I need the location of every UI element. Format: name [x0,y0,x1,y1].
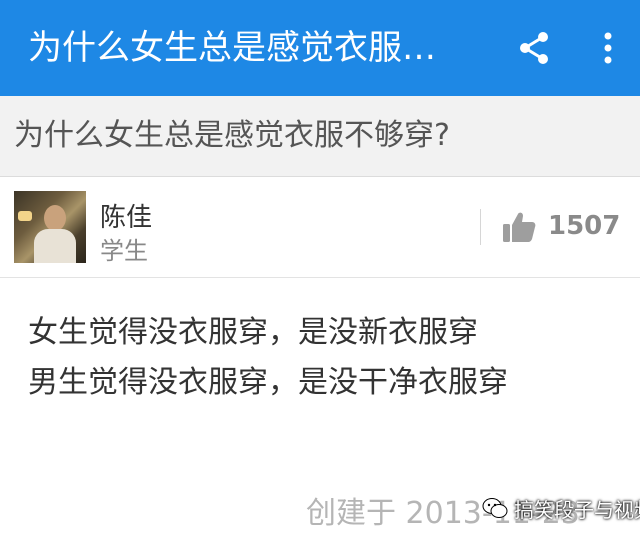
vote-count: 1507 [548,211,621,241]
vote-divider [480,209,481,245]
more-options-button[interactable] [584,24,632,72]
more-vertical-icon [604,32,612,64]
upvote-button[interactable]: 1507 [496,203,626,251]
answer-screen: 为什么女生总是感觉衣服… 为什么女生总是感觉衣服不够穿? 陈佳 学生 1507 … [0,0,640,537]
question-title[interactable]: 为什么女生总是感觉衣服不够穿? [14,96,450,176]
wechat-icon [482,498,508,518]
answer-line-1: 女生觉得没衣服穿，是没新衣服穿 [28,315,478,350]
question-header[interactable]: 为什么女生总是感觉衣服不够穿? [0,96,640,177]
author-row: 陈佳 学生 1507 [0,177,640,278]
answer-content: 女生觉得没衣服穿，是没新衣服穿 男生觉得没衣服穿，是没干净衣服穿 [28,308,618,408]
author-name[interactable]: 陈佳 [100,197,152,234]
author-avatar[interactable] [14,191,86,263]
avatar-head [44,205,66,231]
watermark-text: 搞笑段子与视频 [514,497,640,522]
answer-line-2: 男生觉得没衣服穿，是没干净衣服穿 [28,365,508,400]
share-icon [520,32,548,64]
avatar-lamp [18,211,32,221]
share-button[interactable] [510,24,558,72]
app-bar-title: 为什么女生总是感觉衣服… [28,28,436,68]
watermark: 搞笑段子与视频 [482,488,640,528]
author-bio: 学生 [100,237,148,265]
app-bar: 为什么女生总是感觉衣服… [0,0,640,96]
thumbs-up-icon [503,212,536,242]
avatar-body [34,229,76,263]
